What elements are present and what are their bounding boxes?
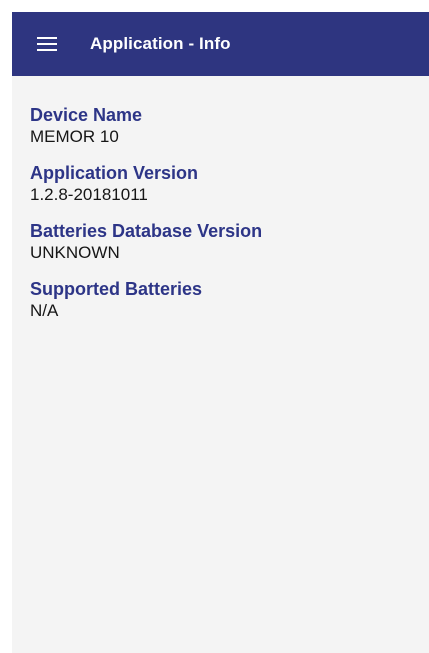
device-name-section: Device Name MEMOR 10: [30, 104, 417, 148]
content-area: Application - Info Device Name MEMOR 10 …: [12, 12, 429, 653]
device-name-value: MEMOR 10: [30, 127, 119, 146]
app-title: Application - Info: [90, 34, 231, 53]
app-screen: Application - Info Device Name MEMOR 10 …: [0, 0, 429, 653]
batteries-database-version-value: UNKNOWN: [30, 243, 120, 262]
application-version-section: Application Version 1.2.8-20181011: [30, 162, 417, 206]
application-info-list: Device Name MEMOR 10 Application Version…: [30, 104, 417, 336]
supported-batteries-section: Supported Batteries N/A: [30, 278, 417, 322]
supported-batteries-value: N/A: [30, 301, 59, 320]
supported-batteries-label: Supported Batteries: [30, 279, 203, 299]
batteries-database-version-label: Batteries Database Version: [30, 221, 263, 241]
batteries-database-version-section: Batteries Database Version UNKNOWN: [30, 220, 417, 264]
menu-button[interactable]: [34, 32, 60, 56]
application-version-value: 1.2.8-20181011: [30, 185, 148, 204]
application-version-label: Application Version: [30, 163, 199, 183]
app-bar: Application - Info: [12, 12, 429, 76]
device-name-label: Device Name: [30, 105, 143, 125]
hamburger-menu-icon: [37, 37, 57, 51]
